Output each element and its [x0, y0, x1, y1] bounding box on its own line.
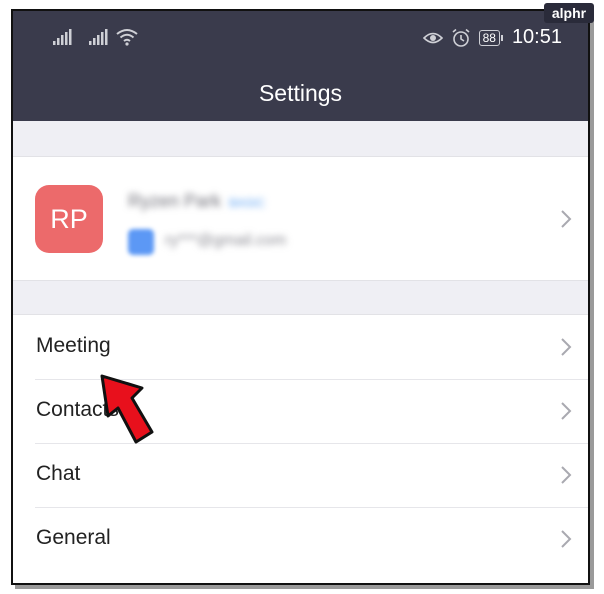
- red-pointer-arrow-icon: [100, 374, 154, 444]
- phone-screen: 88 10:51 Settings RP Ryzen Park BASIC ry*…: [11, 9, 590, 585]
- signal-icon: [53, 29, 72, 45]
- status-bar: 88 10:51: [13, 11, 588, 63]
- chevron-right-icon: [561, 210, 572, 228]
- clock: 10:51: [511, 26, 562, 48]
- menu-item-meeting[interactable]: Meeting: [13, 315, 588, 379]
- alarm-icon: [452, 28, 470, 47]
- eye-icon: [422, 32, 443, 43]
- account-type-badge: BASIC: [229, 196, 266, 210]
- menu-item-label: General: [36, 526, 111, 549]
- app-header: 88 10:51 Settings: [13, 11, 588, 121]
- alphr-watermark: alphr: [544, 3, 594, 23]
- profile-card[interactable]: RP Ryzen Park BASIC ry***@gmail.com: [13, 156, 588, 281]
- status-right: 88 10:51: [422, 26, 562, 49]
- profile-name-text: Ryzen Park: [128, 191, 222, 211]
- battery-indicator: 88: [478, 29, 504, 46]
- chevron-right-icon: [561, 466, 572, 484]
- chevron-right-icon: [561, 530, 572, 548]
- menu-item-general[interactable]: General: [13, 507, 588, 571]
- page-title: Settings: [258, 80, 343, 106]
- menu-item-label: Chat: [36, 462, 81, 485]
- signal-icon-2: [89, 29, 108, 45]
- avatar: RP: [35, 185, 103, 253]
- profile-email: ry***@gmail.com: [165, 232, 287, 249]
- chevron-right-icon: [561, 402, 572, 420]
- chevron-right-icon: [561, 338, 572, 356]
- profile-name: Ryzen Park BASIC: [128, 191, 265, 212]
- menu-item-chat[interactable]: Chat: [13, 443, 588, 507]
- wifi-icon: [116, 29, 138, 46]
- email-icon: [128, 229, 154, 255]
- menu-item-label: Meeting: [36, 334, 111, 357]
